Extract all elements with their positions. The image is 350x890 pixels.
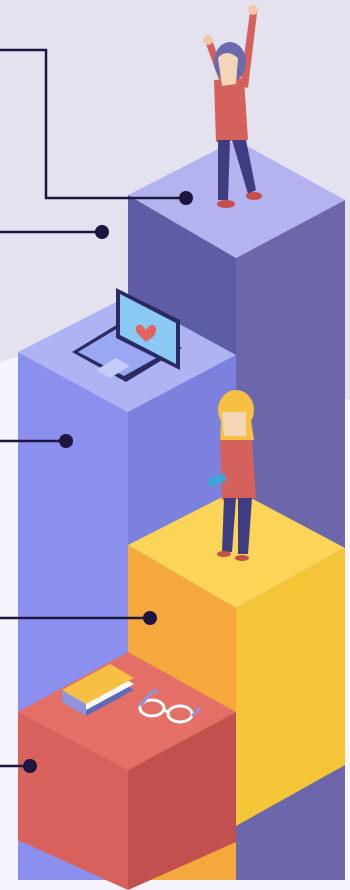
- marker-dot-4: [143, 611, 157, 625]
- marker-dot-2: [95, 225, 109, 239]
- illustration-canvas: [0, 0, 350, 890]
- marker-dot-5: [23, 759, 37, 773]
- steps-infographic: [0, 0, 350, 890]
- marker-dot-3: [59, 434, 73, 448]
- marker-dot-1: [179, 191, 193, 205]
